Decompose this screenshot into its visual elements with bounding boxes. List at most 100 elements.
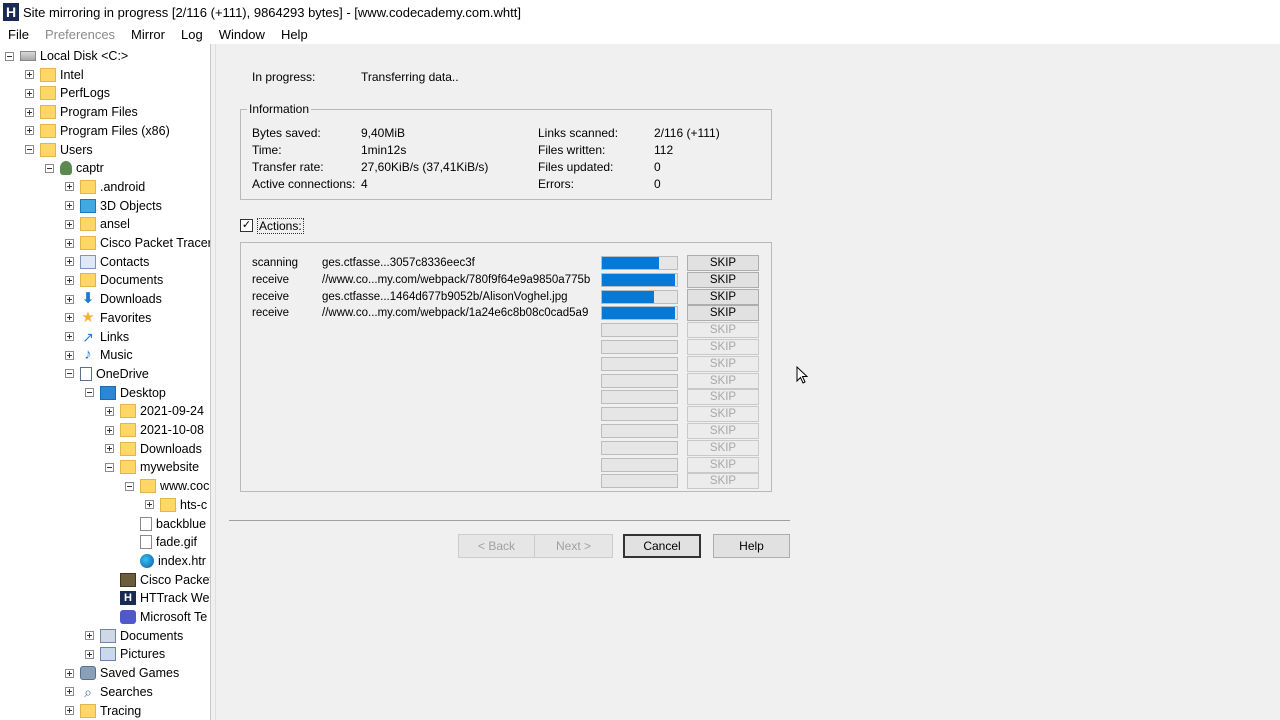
expand-plus-icon[interactable] <box>25 88 34 98</box>
tree-item[interactable]: captr <box>45 159 104 177</box>
skip-button[interactable]: SKIP <box>687 473 759 490</box>
back-button[interactable]: < Back <box>458 534 535 558</box>
collapse-minus-icon[interactable] <box>85 388 94 398</box>
help-button[interactable]: Help <box>713 534 790 558</box>
tree-item[interactable]: ♪ Music <box>65 346 133 364</box>
skip-button[interactable]: SKIP <box>687 255 759 271</box>
expand-plus-icon[interactable] <box>105 444 114 454</box>
actions-checkbox-label[interactable]: Actions: <box>257 218 304 234</box>
actions-checkbox[interactable]: ✓ <box>240 219 253 232</box>
expand-plus-icon[interactable] <box>65 332 74 341</box>
expand-plus-icon[interactable] <box>25 107 34 117</box>
skip-button[interactable]: SKIP <box>687 423 759 439</box>
tree-item[interactable]: Microsoft Te <box>105 608 207 626</box>
action-url <box>322 473 594 489</box>
expand-plus-icon[interactable] <box>65 313 74 323</box>
action-type: receive <box>252 273 290 286</box>
skip-button[interactable]: SKIP <box>687 322 759 339</box>
tree-item[interactable]: ansel <box>65 215 130 233</box>
tree-item[interactable]: www.coc <box>125 477 209 495</box>
expand-plus-icon[interactable] <box>65 706 74 715</box>
collapse-minus-icon[interactable] <box>65 369 74 379</box>
skip-button[interactable]: SKIP <box>687 406 759 423</box>
tree-item[interactable]: 2021-09-24 <box>105 402 204 420</box>
tree-item[interactable]: .android <box>65 178 145 196</box>
expand-plus-icon[interactable] <box>65 201 74 211</box>
skip-button[interactable]: SKIP <box>687 288 759 305</box>
expand-plus-icon[interactable] <box>65 668 74 678</box>
expand-plus-icon[interactable] <box>25 70 34 80</box>
expand-plus-icon[interactable] <box>85 649 94 659</box>
expand-plus-icon[interactable] <box>25 126 34 136</box>
menu-file[interactable]: File <box>0 27 37 42</box>
expand-plus-icon[interactable] <box>105 406 114 416</box>
skip-button[interactable]: SKIP <box>687 456 759 473</box>
skip-button[interactable]: SKIP <box>687 271 759 288</box>
expand-plus-icon[interactable] <box>65 257 74 267</box>
menu-mirror[interactable]: Mirror <box>123 27 173 42</box>
tree-item[interactable]: ⌕ Searches <box>65 683 153 701</box>
tree-item[interactable]: H HTTrack Wel <box>105 589 210 607</box>
skip-button[interactable]: SKIP <box>687 372 759 389</box>
expand-plus-icon[interactable] <box>65 275 74 285</box>
tree-item[interactable]: backblue <box>125 515 206 533</box>
collapse-minus-icon[interactable] <box>25 145 34 154</box>
expand-plus-icon[interactable] <box>145 500 154 510</box>
expand-plus-icon[interactable] <box>85 631 94 641</box>
tree-item[interactable]: index.htr <box>125 552 206 570</box>
tree-item-label: 3D Objects <box>100 198 162 213</box>
progress-fill <box>602 290 654 303</box>
tree-item[interactable]: Intel <box>25 66 84 84</box>
menu-help[interactable]: Help <box>273 27 316 42</box>
tree-item[interactable]: 2021-10-08 <box>105 421 204 439</box>
collapse-minus-icon[interactable] <box>45 163 54 173</box>
skip-button[interactable]: SKIP <box>687 439 759 456</box>
tree-item[interactable]: Desktop <box>85 384 166 402</box>
tree-item[interactable]: 3D Objects <box>65 197 162 215</box>
collapse-minus-icon[interactable] <box>105 462 114 472</box>
collapse-minus-icon[interactable] <box>125 481 134 491</box>
tree-item[interactable]: Saved Games <box>65 664 179 682</box>
tree-item[interactable]: Cisco Packet <box>105 571 210 589</box>
skip-button[interactable]: SKIP <box>687 355 759 372</box>
tree-item[interactable]: Local Disk <C:> <box>5 47 128 65</box>
tree-item[interactable]: Users <box>25 141 93 159</box>
expand-plus-icon[interactable] <box>65 687 74 697</box>
skip-button[interactable]: SKIP <box>687 389 759 406</box>
folder-tree[interactable]: Local Disk <C:> Intel PerfLogs Program File… <box>0 44 211 720</box>
tree-item[interactable]: ⬇ Downloads <box>65 290 162 308</box>
tree-item[interactable]: OneDrive <box>65 365 149 383</box>
tree-item[interactable]: Program Files <box>25 103 138 121</box>
action-url <box>322 322 594 338</box>
menu-preferences[interactable]: Preferences <box>37 27 123 42</box>
skip-button[interactable]: SKIP <box>687 305 759 322</box>
expand-plus-icon[interactable] <box>65 182 74 192</box>
expand-plus-icon[interactable] <box>65 350 74 360</box>
tree-item[interactable]: Documents <box>85 627 183 645</box>
expand-plus-icon[interactable] <box>65 219 74 229</box>
skip-button[interactable]: SKIP <box>687 339 759 355</box>
tree-item[interactable]: Program Files (x86) <box>25 122 170 140</box>
tree-item[interactable]: ↗ Links <box>65 328 129 346</box>
tree-item[interactable]: fade.gif <box>125 533 197 551</box>
tree-item[interactable]: Cisco Packet Tracer <box>65 234 210 252</box>
tree-item[interactable]: hts-c <box>145 496 207 514</box>
tree-item[interactable]: PerfLogs <box>25 84 110 102</box>
menu-window[interactable]: Window <box>211 27 273 42</box>
window-title: Site mirroring in progress [2/116 (+111)… <box>23 4 521 20</box>
collapse-minus-icon[interactable] <box>5 51 14 61</box>
expand-plus-icon[interactable] <box>65 238 74 248</box>
tree-item[interactable]: Tracing <box>65 702 141 720</box>
expand-plus-icon[interactable] <box>65 294 74 304</box>
next-button[interactable]: Next > <box>534 534 613 558</box>
tree-item[interactable]: Documents <box>65 271 163 289</box>
tree-item[interactable]: Contacts <box>65 253 149 271</box>
menu-log[interactable]: Log <box>173 27 211 42</box>
expand-plus-icon[interactable] <box>105 425 114 435</box>
tree-item[interactable]: ★ Favorites <box>65 309 151 327</box>
cancel-button[interactable]: Cancel <box>623 534 701 558</box>
tree-item[interactable]: mywebsite <box>105 458 199 476</box>
tree-item[interactable]: Pictures <box>85 645 165 663</box>
time-label: Time: <box>252 143 282 157</box>
tree-item[interactable]: Downloads <box>105 440 202 458</box>
